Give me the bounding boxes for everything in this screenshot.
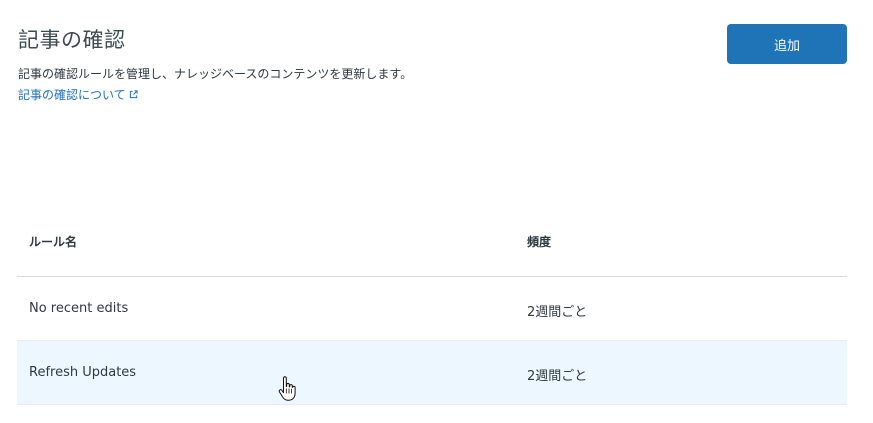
rules-table: ルール名 頻度 No recent edits 2週間ごと Refresh Up…	[17, 213, 847, 405]
hand-pointer-icon	[278, 376, 296, 401]
add-rule-button[interactable]: 追加	[727, 24, 847, 64]
rule-name-cell: Refresh Updates	[29, 365, 137, 380]
column-header-frequency[interactable]: 頻度	[527, 233, 551, 250]
page-description: 記事の確認ルールを管理し、ナレッジベースのコンテンツを更新します。	[18, 67, 413, 81]
learn-more-link[interactable]: 記事の確認について	[18, 86, 138, 103]
column-header-rule-name[interactable]: ルール名	[29, 233, 77, 250]
rule-name-cell: No recent edits	[29, 301, 129, 316]
external-link-icon	[129, 90, 138, 99]
frequency-cell: 2週間ごと	[527, 305, 588, 320]
table-row[interactable]: Refresh Updates 2週間ごと	[17, 341, 847, 405]
learn-more-link-label: 記事の確認について	[18, 88, 126, 102]
table-header: ルール名 頻度	[17, 213, 847, 277]
frequency-cell: 2週間ごと	[527, 369, 588, 384]
table-row[interactable]: No recent edits 2週間ごと	[17, 277, 847, 341]
page-title: 記事の確認	[18, 28, 126, 52]
